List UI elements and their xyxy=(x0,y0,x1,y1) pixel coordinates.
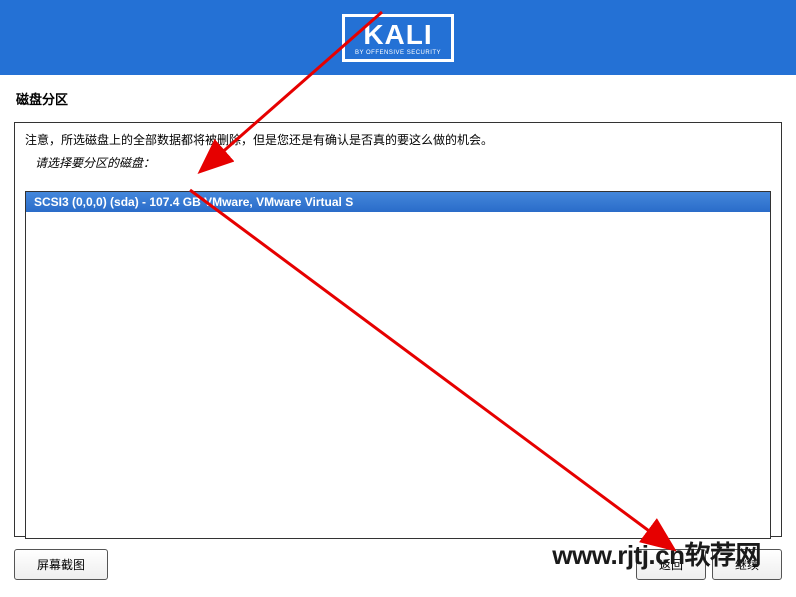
logo-main-text: KALI xyxy=(363,21,432,49)
title-section: 磁盘分区 xyxy=(0,75,796,114)
continue-button[interactable]: 继续 xyxy=(712,549,782,580)
instruction-text: 注意，所选磁盘上的全部数据都将被删除，但是您还是有确认是否真的要这么做的机会。 xyxy=(25,131,771,150)
page-title: 磁盘分区 xyxy=(16,89,780,108)
button-row: 屏幕截图 返回 继续 xyxy=(0,537,796,580)
back-button[interactable]: 返回 xyxy=(636,549,706,580)
disk-list[interactable]: SCSI3 (0,0,0) (sda) - 107.4 GB VMware, V… xyxy=(25,191,771,539)
sub-instruction-text: 请选择要分区的磁盘： xyxy=(35,154,771,171)
screenshot-button[interactable]: 屏幕截图 xyxy=(14,549,108,580)
header-banner: KALI BY OFFENSIVE SECURITY xyxy=(0,0,796,75)
main-panel: 注意，所选磁盘上的全部数据都将被删除，但是您还是有确认是否真的要这么做的机会。 … xyxy=(14,122,782,537)
button-right-group: 返回 继续 xyxy=(636,549,782,580)
logo-sub-text: BY OFFENSIVE SECURITY xyxy=(355,50,441,56)
disk-item-selected[interactable]: SCSI3 (0,0,0) (sda) - 107.4 GB VMware, V… xyxy=(26,192,770,212)
kali-logo: KALI BY OFFENSIVE SECURITY xyxy=(342,14,454,62)
